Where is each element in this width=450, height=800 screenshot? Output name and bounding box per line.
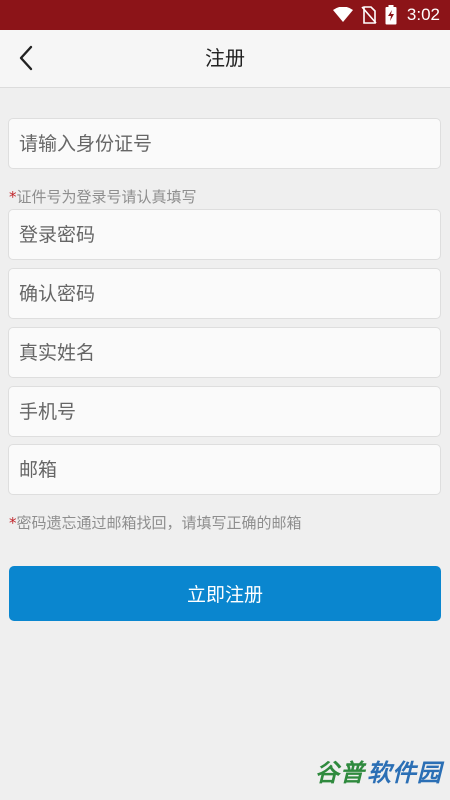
watermark-part1: 谷普 (315, 759, 365, 787)
wifi-icon (332, 7, 353, 22)
email-input[interactable] (9, 445, 440, 494)
status-bar: 3:02 (0, 0, 450, 30)
no-sim-icon (361, 6, 377, 24)
clock: 3:02 (406, 5, 440, 24)
confirm-password-field (8, 268, 441, 319)
id-number-hint-text: 证件号为登录号请认真填写 (16, 188, 197, 206)
app-bar: 注册 (0, 30, 450, 88)
battery-charging-icon (385, 5, 397, 25)
email-hint-text: 密码遗忘通过邮箱找回，请填写正确的邮箱 (16, 514, 302, 532)
email-field (8, 444, 441, 495)
status-icons: 3:02 (332, 0, 440, 30)
chevron-left-icon (19, 45, 33, 71)
register-button[interactable]: 立即注册 (9, 566, 441, 621)
id-number-input[interactable] (9, 119, 440, 168)
page-title: 注册 (205, 46, 245, 70)
id-number-field (8, 118, 441, 169)
phone-input[interactable] (9, 387, 440, 436)
email-hint: *密码遗忘通过邮箱找回，请填写正确的邮箱 (9, 512, 302, 533)
password-input[interactable] (9, 210, 440, 259)
required-star: * (9, 514, 17, 532)
id-number-hint: *证件号为登录号请认真填写 (9, 186, 197, 207)
confirm-password-input[interactable] (9, 269, 440, 318)
password-field (8, 209, 441, 260)
required-star: * (9, 188, 17, 206)
watermark-logo: 谷普 软件园 (315, 753, 442, 788)
real-name-field (8, 327, 441, 378)
real-name-input[interactable] (9, 328, 440, 377)
watermark-part2: 软件园 (367, 759, 442, 787)
back-button[interactable] (10, 42, 42, 74)
phone-field (8, 386, 441, 437)
